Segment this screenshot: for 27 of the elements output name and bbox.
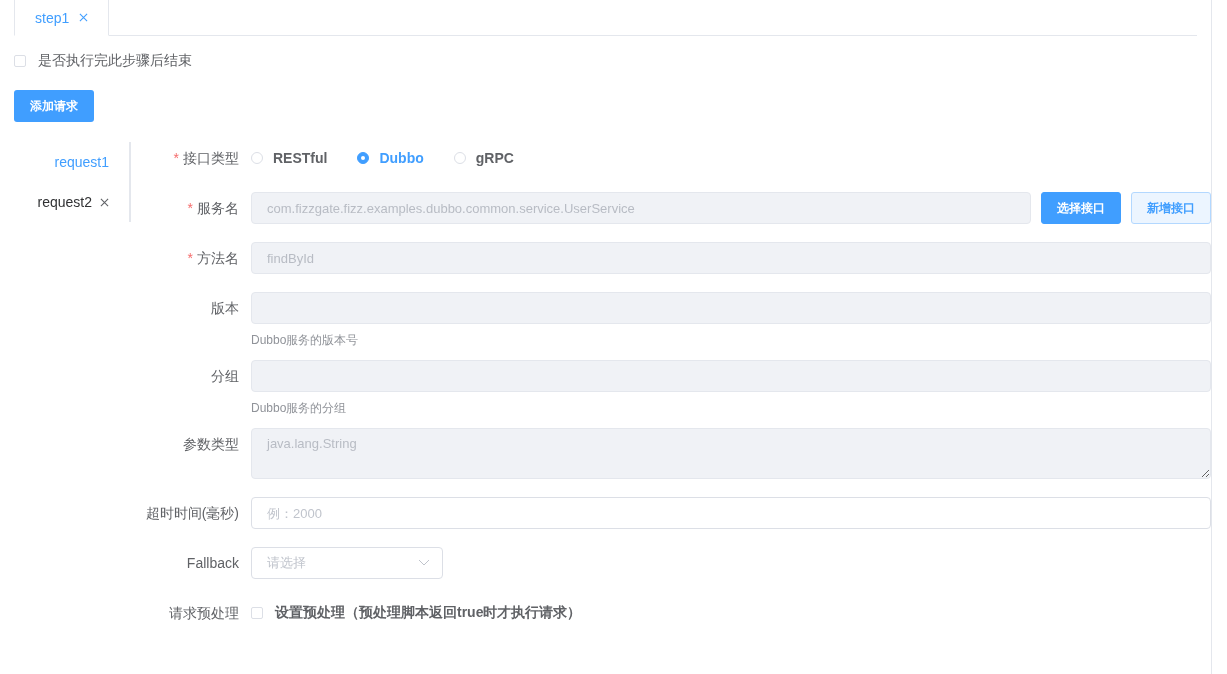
- field-label: * 服务名: [186, 199, 240, 218]
- field-label: 参数类型: [182, 435, 240, 454]
- field-label: * 方法名: [186, 249, 240, 268]
- help-text: Dubbo服务的版本号: [251, 332, 360, 348]
- field-label: 超时时间(毫秒): [144, 504, 240, 523]
- field-label: 版本: [210, 299, 240, 318]
- chevron-down-icon: [418, 559, 430, 567]
- close-icon[interactable]: [79, 13, 89, 22]
- request-tab[interactable]: request1: [54, 142, 109, 182]
- select-field[interactable]: 请选择: [251, 547, 443, 579]
- radio-option[interactable]: RESTful: [251, 150, 328, 166]
- checkbox[interactable]: [14, 55, 26, 67]
- text-field[interactable]: 例：2000: [251, 497, 1211, 529]
- checkbox-label[interactable]: 设置预处理（预处理脚本返回true时才执行请求）: [275, 604, 582, 622]
- add-request-button[interactable]: 添加请求: [14, 90, 94, 122]
- close-icon[interactable]: [100, 197, 109, 207]
- checkbox[interactable]: [251, 607, 263, 619]
- field-label: 请求预处理: [168, 604, 240, 623]
- request-tab[interactable]: request2: [37, 182, 109, 222]
- radio-option[interactable]: gRPC: [453, 150, 514, 166]
- field-label: * 接口类型: [172, 149, 240, 168]
- checkbox-label[interactable]: 是否执行完此步骤后结束: [38, 52, 192, 70]
- radio-option[interactable]: Dubbo: [357, 150, 424, 166]
- field-label: Fallback: [185, 554, 240, 573]
- help-text: Dubbo服务的分组: [251, 400, 348, 416]
- tab[interactable]: step1: [14, 0, 110, 36]
- field-label: 分组: [210, 367, 240, 386]
